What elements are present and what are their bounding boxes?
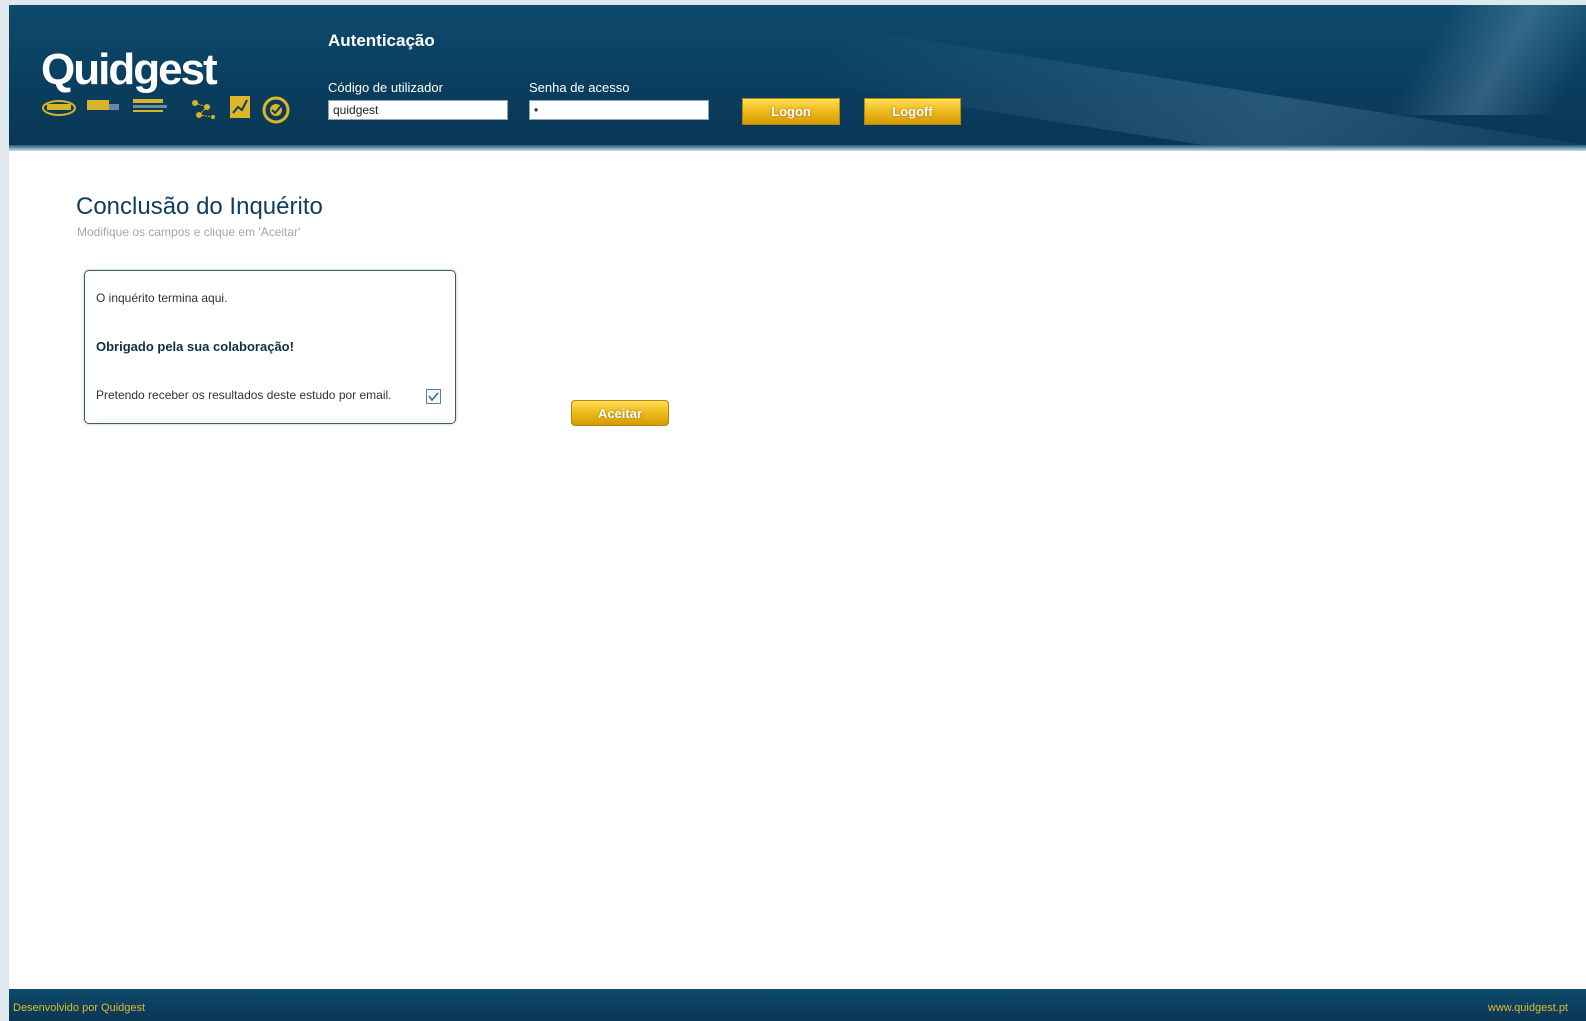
username-label: Código de utilizador — [328, 80, 443, 95]
app-window: Quidgest Autenticação Código de utilizad… — [9, 5, 1586, 1021]
banner-icon — [133, 99, 167, 112]
header-divider — [9, 145, 1586, 151]
page-title: Conclusão do Inquérito — [76, 193, 323, 220]
network-icon — [192, 100, 215, 119]
footer-bar: Desenvolvido por Quidgest www.quidgest.p… — [9, 989, 1586, 1021]
auth-title: Autenticação — [328, 31, 435, 50]
quidgest-logo: Quidgest — [41, 45, 218, 94]
footer-credit: Desenvolvido por Quidgest — [13, 1002, 146, 1014]
chart-icon — [230, 96, 250, 118]
survey-conclusion-panel: O inquérito termina aqui. Obrigado pela … — [84, 270, 456, 424]
thank-you-text: Obrigado pela sua colaboração! — [96, 339, 294, 354]
logoff-button[interactable]: Logoff — [864, 98, 961, 125]
card-icon — [87, 100, 119, 110]
accept-button[interactable]: Aceitar — [571, 400, 669, 426]
header-bar: Quidgest Autenticação Código de utilizad… — [9, 5, 1586, 151]
checkmark-icon — [428, 392, 439, 402]
email-results-checkbox[interactable] — [426, 389, 441, 404]
password-label: Senha de acesso — [529, 80, 630, 95]
username-input[interactable] — [328, 100, 508, 120]
product-icons — [41, 91, 291, 125]
survey-end-text: O inquérito termina aqui. — [96, 291, 228, 305]
page-subtitle: Modifique os campos e clique em 'Aceitar… — [77, 225, 301, 239]
genio-icon — [42, 100, 76, 116]
footer-link[interactable]: www.quidgest.pt — [1488, 1002, 1568, 1014]
logon-button[interactable]: Logon — [742, 98, 840, 125]
header-decoration — [1359, 5, 1586, 115]
check-badge-icon — [262, 96, 290, 124]
email-results-label: Pretendo receber os resultados deste est… — [96, 388, 392, 402]
password-input[interactable] — [529, 100, 709, 120]
